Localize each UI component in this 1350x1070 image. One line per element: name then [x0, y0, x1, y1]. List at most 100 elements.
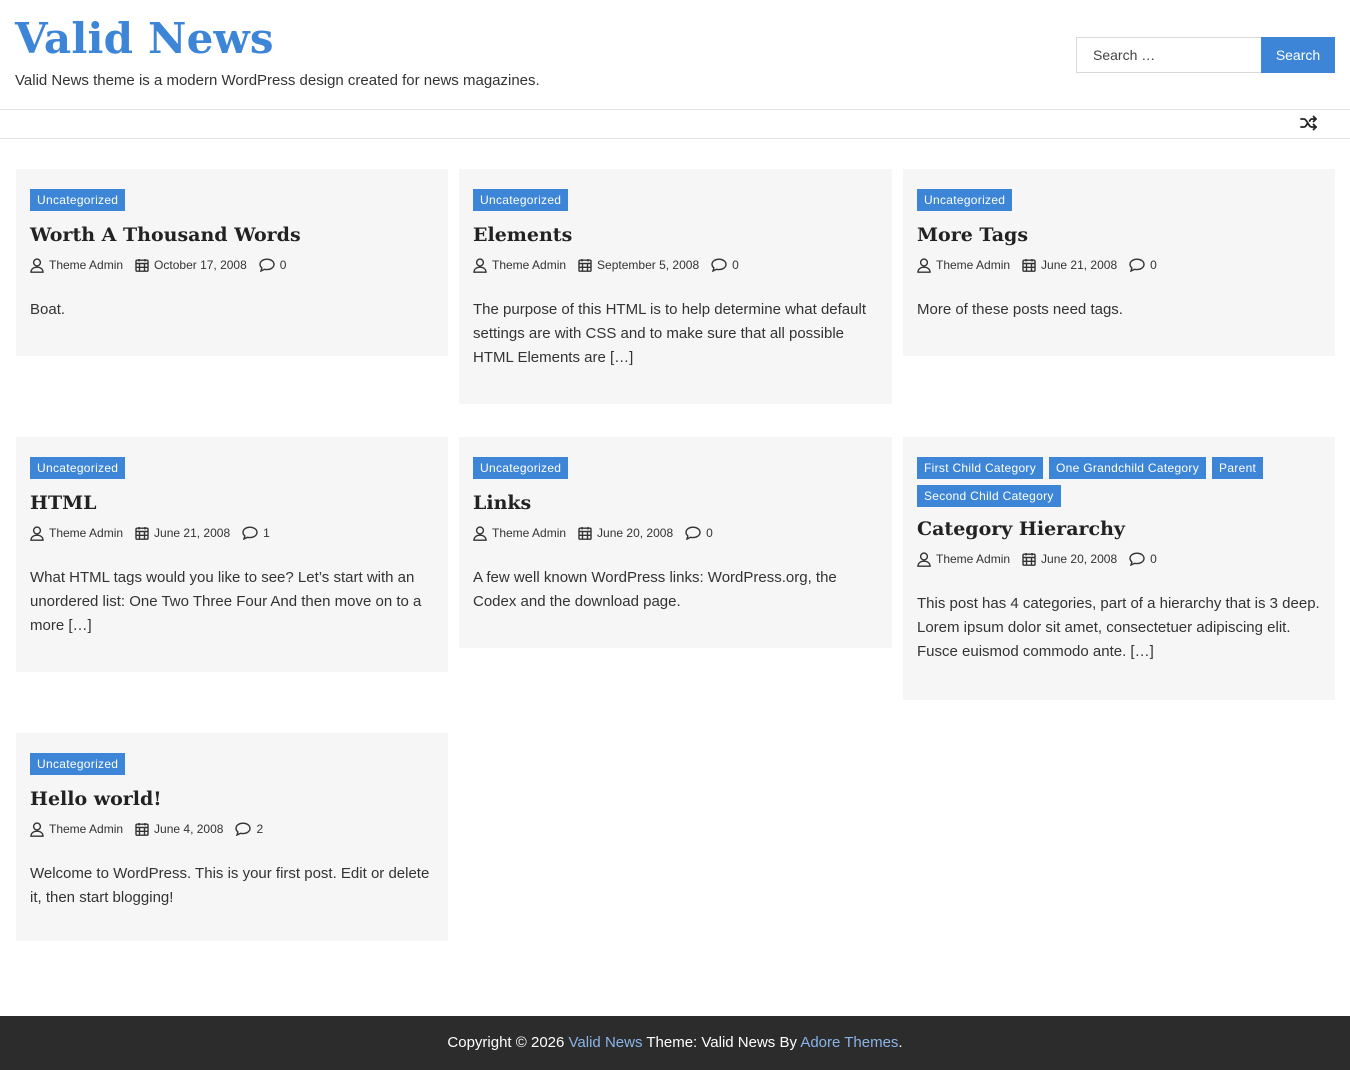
post-date[interactable]: October 17, 2008 [135, 258, 247, 272]
calendar-icon [1022, 553, 1036, 566]
post-meta: Theme Admin September 5, 2008 0 [473, 256, 878, 274]
user-icon [473, 525, 487, 541]
post-author[interactable]: Theme Admin [30, 525, 124, 541]
category-tag[interactable]: Uncategorized [473, 189, 569, 211]
comment-icon [1129, 258, 1145, 272]
author-name: Theme Admin [492, 526, 567, 540]
post-author[interactable]: Theme Admin [473, 525, 567, 541]
post-date[interactable]: June 21, 2008 [1022, 258, 1117, 272]
post-card: Uncategorized Hello world! Theme Admin J… [16, 733, 448, 941]
post-excerpt: Boat. [30, 301, 66, 318]
user-icon [917, 257, 931, 273]
category-tag[interactable]: Uncategorized [917, 189, 1013, 211]
user-icon [30, 257, 44, 273]
post-date[interactable]: June 20, 2008 [578, 526, 673, 540]
post-comments[interactable]: 2 [235, 822, 263, 836]
post-card: Uncategorized Elements Theme Admin Septe… [459, 169, 892, 404]
post-comments[interactable]: 0 [1129, 552, 1157, 566]
post-card: Uncategorized HTML Theme Admin June 21, … [16, 437, 448, 672]
post-card: Uncategorized Worth A Thousand Words The… [16, 169, 448, 356]
post-date[interactable]: June 4, 2008 [135, 822, 223, 836]
post-title[interactable]: Hello world! [30, 787, 434, 811]
post-excerpt: More of these posts need tags. [917, 301, 1123, 318]
search-form: Search [1076, 37, 1335, 73]
user-icon [917, 551, 931, 567]
footer-author-link[interactable]: Adore Themes [800, 1034, 898, 1051]
footer-site-link[interactable]: Valid News [569, 1034, 643, 1051]
post-meta: Theme Admin June 20, 2008 0 [473, 524, 878, 542]
post-title[interactable]: HTML [30, 491, 434, 515]
post-title[interactable]: Category Hierarchy [917, 517, 1321, 541]
post-author[interactable]: Theme Admin [30, 821, 123, 837]
post-date[interactable]: June 20, 2008 [1022, 552, 1117, 566]
calendar-icon [1022, 259, 1036, 272]
date-text: June 21, 2008 [1041, 258, 1118, 272]
category-tag[interactable]: Uncategorized [473, 457, 569, 479]
site-footer: Copyright © 2026 Valid News Theme: Valid… [0, 1016, 1350, 1070]
post-categories: First Child Category One Grandchild Cate… [917, 457, 1321, 507]
post-meta: Theme Admin June 20, 2008 0 [917, 550, 1321, 568]
date-text: June 20, 2008 [597, 526, 674, 540]
post-title[interactable]: Links [473, 491, 878, 515]
post-comments[interactable]: 0 [259, 258, 287, 272]
post-date[interactable]: June 21, 2008 [135, 526, 230, 540]
random-shuffle-icon[interactable] [1300, 115, 1320, 133]
comment-icon [1129, 552, 1145, 566]
post-comments[interactable]: 0 [711, 258, 739, 272]
post-meta: Theme Admin June 4, 2008 2 [30, 820, 434, 838]
post-title[interactable]: More Tags [917, 223, 1321, 247]
post-date[interactable]: September 5, 2008 [578, 258, 699, 272]
author-name: Theme Admin [936, 258, 1011, 272]
author-name: Theme Admin [936, 552, 1011, 566]
calendar-icon [135, 259, 149, 272]
post-author[interactable]: Theme Admin [917, 257, 1011, 273]
post-card: First Child Category One Grandchild Cate… [903, 437, 1335, 700]
calendar-icon [578, 527, 592, 540]
author-name: Theme Admin [49, 258, 124, 272]
post-author[interactable]: Theme Admin [473, 257, 567, 273]
author-name: Theme Admin [492, 258, 567, 272]
user-icon [473, 257, 487, 273]
comment-count: 0 [732, 258, 739, 272]
author-name: Theme Admin [49, 526, 124, 540]
category-tag[interactable]: First Child Category [917, 457, 1044, 479]
category-tag[interactable]: Uncategorized [30, 189, 126, 211]
comment-count: 2 [256, 822, 264, 836]
calendar-icon [135, 527, 149, 540]
comment-count: 0 [706, 526, 713, 540]
category-tag[interactable]: Second Child Category [917, 485, 1061, 507]
post-categories: Uncategorized [30, 189, 434, 211]
post-categories: Uncategorized [473, 189, 878, 211]
post-excerpt: What HTML tags would you like to see? Le… [30, 569, 422, 634]
post-excerpt: The purpose of this HTML is to help dete… [473, 301, 866, 366]
copyright-text: Copyright © 2026 [447, 1034, 565, 1051]
category-tag[interactable]: Parent [1212, 457, 1264, 479]
user-icon [30, 821, 44, 837]
comment-count: 1 [263, 526, 270, 540]
main-navigation [0, 110, 1350, 139]
search-button[interactable]: Search [1261, 37, 1335, 73]
comment-count: 0 [279, 258, 287, 272]
search-input[interactable] [1076, 37, 1261, 73]
post-title[interactable]: Worth A Thousand Words [30, 223, 434, 247]
category-tag[interactable]: Uncategorized [30, 753, 126, 775]
date-text: October 17, 2008 [154, 258, 247, 272]
comment-icon [242, 526, 258, 540]
post-categories: Uncategorized [30, 457, 434, 479]
site-title-link[interactable]: Valid News [15, 14, 274, 63]
post-author[interactable]: Theme Admin [30, 257, 124, 273]
site-header: Valid News Valid News theme is a modern … [0, 0, 1350, 110]
user-icon [30, 525, 44, 541]
post-comments[interactable]: 0 [685, 526, 713, 540]
post-title[interactable]: Elements [473, 223, 878, 247]
post-author[interactable]: Theme Admin [917, 551, 1011, 567]
calendar-icon [578, 259, 592, 272]
post-categories: Uncategorized [917, 189, 1321, 211]
date-text: June 20, 2008 [1041, 552, 1118, 566]
post-comments[interactable]: 1 [242, 526, 270, 540]
category-tag[interactable]: One Grandchild Category [1049, 457, 1207, 479]
post-comments[interactable]: 0 [1129, 258, 1157, 272]
calendar-icon [135, 823, 149, 836]
post-categories: Uncategorized [473, 457, 878, 479]
category-tag[interactable]: Uncategorized [30, 457, 126, 479]
